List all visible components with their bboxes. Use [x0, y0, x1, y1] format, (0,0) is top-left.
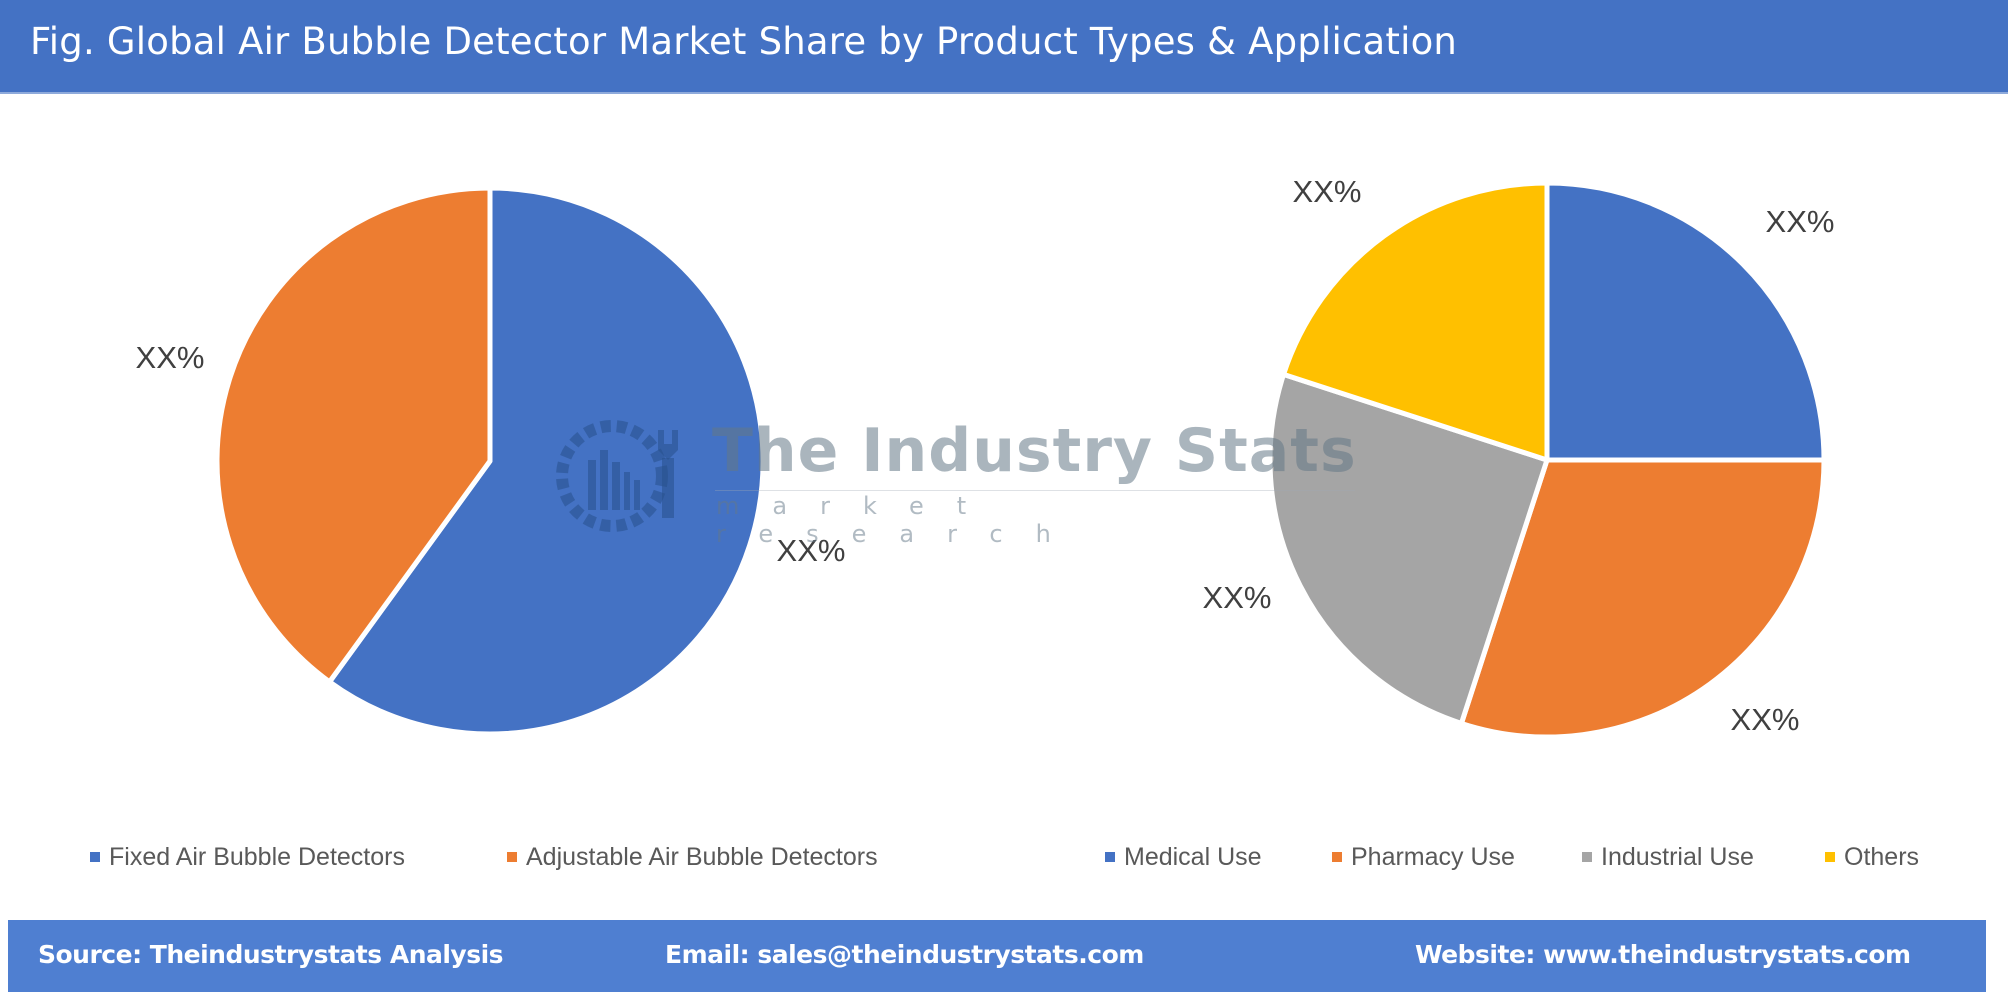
data-label: XX%	[136, 340, 205, 375]
data-label: XX%	[1766, 204, 1835, 239]
legend-swatch	[507, 852, 517, 862]
legend-label: Pharmacy Use	[1351, 842, 1515, 871]
data-label: XX%	[1731, 702, 1800, 737]
footer-website[interactable]: Website: www.theindustrystats.com	[1415, 940, 1911, 969]
application-pie: XX% XX% XX% XX%	[1203, 174, 1835, 740]
footer-banner: Source: Theindustrystats Analysis Email:…	[8, 920, 1986, 992]
legend-item: Medical Use	[1105, 843, 1262, 872]
product-types-pie: XX% XX%	[136, 185, 846, 737]
data-label: XX%	[1293, 174, 1362, 209]
legend-item: Industrial Use	[1582, 843, 1754, 872]
legend-swatch	[1332, 852, 1342, 862]
legend-item: Fixed Air Bubble Detectors	[90, 843, 405, 872]
legend-item: Pharmacy Use	[1332, 843, 1515, 872]
legend-item: Adjustable Air Bubble Detectors	[507, 843, 878, 872]
footer-email[interactable]: Email: sales@theindustrystats.com	[665, 940, 1144, 969]
legend-item: Others	[1825, 843, 1919, 872]
figure-title: Fig. Global Air Bubble Detector Market S…	[30, 20, 1458, 63]
pie-charts: XX%XX% XX%XX%XX%XX%	[136, 174, 1835, 740]
legend-swatch	[1582, 852, 1592, 862]
legend-label: Fixed Air Bubble Detectors	[109, 842, 405, 871]
legend-swatch	[90, 852, 100, 862]
legend-label: Industrial Use	[1601, 842, 1754, 871]
legend-label: Others	[1844, 842, 1920, 871]
data-label: XX%	[1203, 580, 1272, 615]
footer-source: Source: Theindustrystats Analysis	[38, 940, 504, 969]
legend-label: Medical Use	[1124, 842, 1262, 871]
legend-label: Adjustable Air Bubble Detectors	[526, 842, 878, 871]
legend-swatch	[1825, 852, 1835, 862]
data-label: XX%	[777, 533, 846, 568]
header-banner: Fig. Global Air Bubble Detector Market S…	[0, 0, 2008, 94]
legend-swatch	[1105, 852, 1115, 862]
